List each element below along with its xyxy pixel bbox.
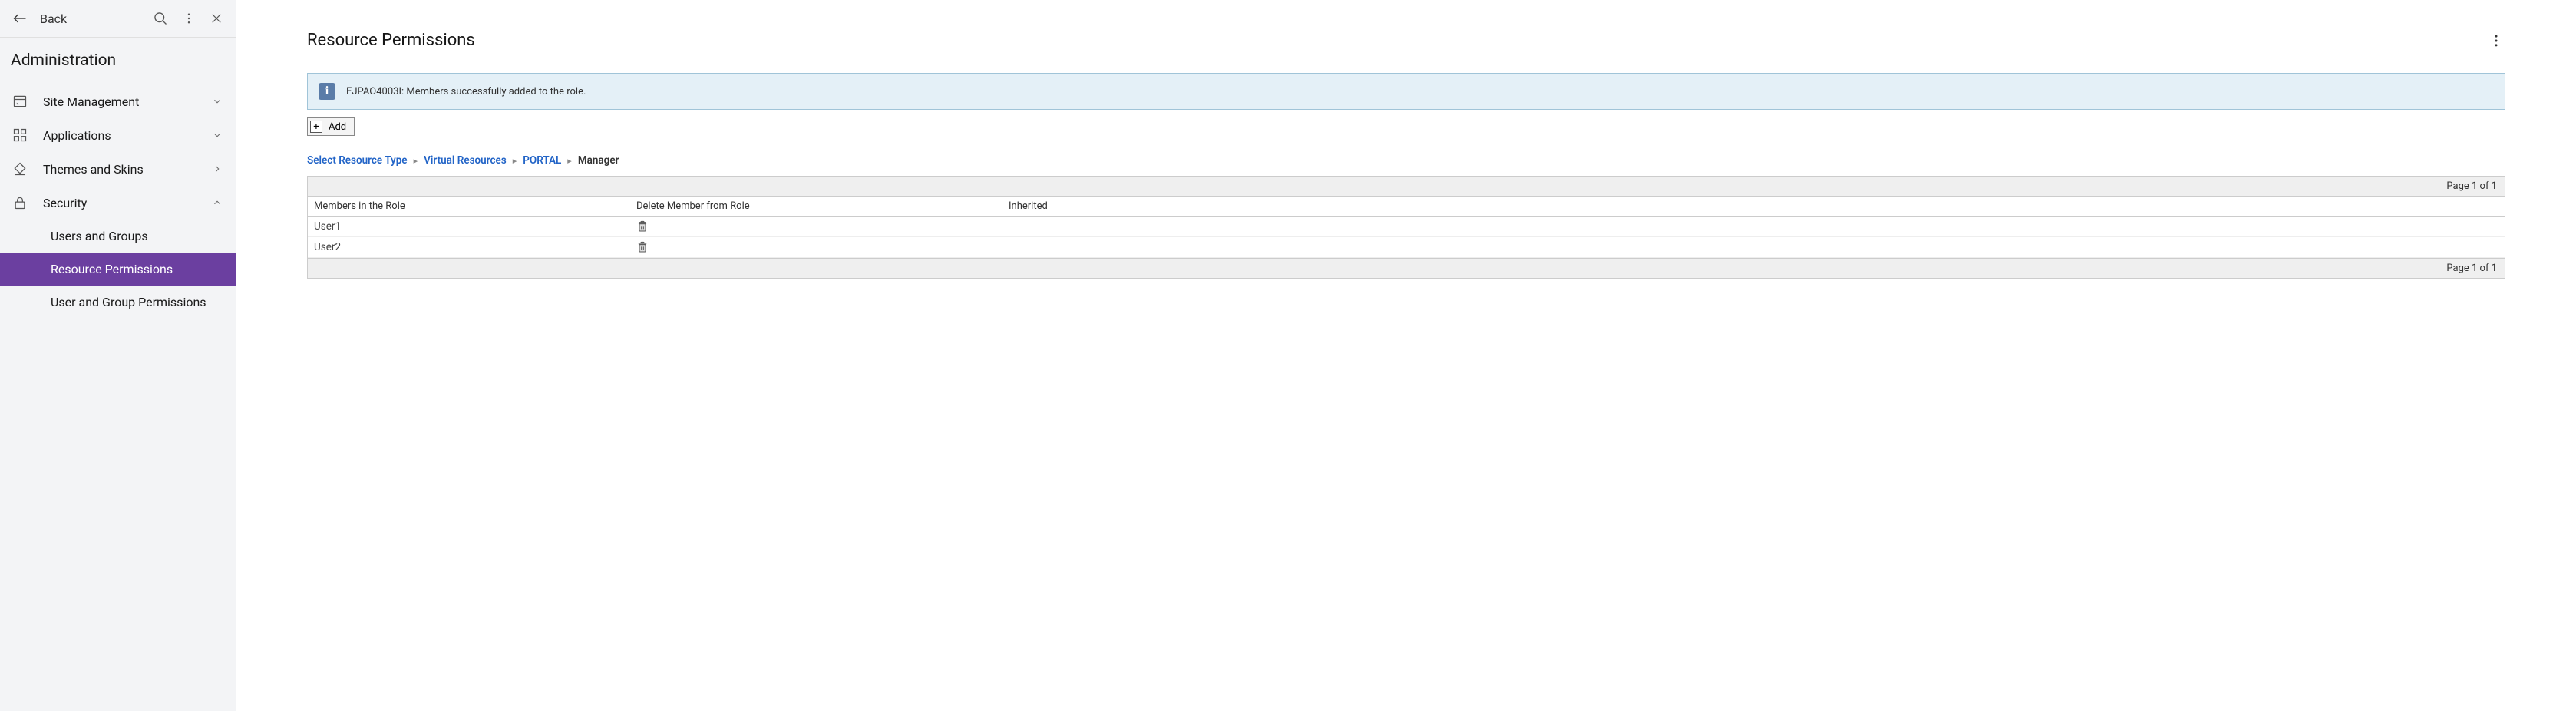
breadcrumb-separator: ▸ <box>414 156 418 166</box>
nav-label: Site Management <box>43 94 196 109</box>
member-name-cell: User1 <box>308 217 630 236</box>
info-icon: i <box>319 83 335 100</box>
inherited-cell <box>1002 237 2505 257</box>
sidebar-item-security[interactable]: Security <box>0 186 236 220</box>
breadcrumb-separator: ▸ <box>567 156 572 166</box>
close-icon[interactable] <box>210 12 223 25</box>
chevron-down-icon <box>211 129 223 141</box>
breadcrumb-select-resource-type[interactable]: Select Resource Type <box>307 154 408 167</box>
column-header-inherited: Inherited <box>1002 197 2505 216</box>
sidebar-subitem-users-and-groups[interactable]: Users and Groups <box>0 220 236 253</box>
nav-label: Applications <box>43 128 196 143</box>
sidebar: Back Administration Site Management Appl… <box>0 0 236 711</box>
kebab-icon[interactable] <box>182 12 196 25</box>
table-row: User1 <box>308 217 2505 237</box>
pagination-bottom: Page 1 of 1 <box>308 258 2505 278</box>
page-actions-kebab-icon[interactable] <box>2487 31 2505 50</box>
add-button-label: Add <box>329 121 346 133</box>
breadcrumb-portal[interactable]: PORTAL <box>523 154 561 167</box>
delete-member-icon[interactable] <box>636 220 649 233</box>
table-row: User2 <box>308 237 2505 258</box>
lock-icon <box>12 195 28 210</box>
chevron-up-icon <box>211 197 223 209</box>
sidebar-header-icons <box>153 11 223 26</box>
column-header-members: Members in the Role <box>308 197 630 216</box>
add-button[interactable]: + Add <box>307 117 355 136</box>
info-banner: i EJPAO4003I: Members successfully added… <box>307 73 2505 110</box>
sidebar-title: Administration <box>0 38 236 84</box>
chevron-down-icon <box>211 95 223 107</box>
inherited-cell <box>1002 217 2505 236</box>
pagination-top: Page 1 of 1 <box>308 177 2505 197</box>
breadcrumb-virtual-resources[interactable]: Virtual Resources <box>424 154 507 167</box>
members-table: Page 1 of 1 Members in the Role Delete M… <box>307 176 2505 279</box>
nav-label: Security <box>43 196 196 210</box>
page-title: Resource Permissions <box>307 31 475 50</box>
breadcrumb: Select Resource Type ▸ Virtual Resources… <box>307 154 2505 167</box>
info-message: EJPAO4003I: Members successfully added t… <box>346 86 586 98</box>
sidebar-header: Back <box>0 0 236 38</box>
column-header-delete: Delete Member from Role <box>630 197 1002 216</box>
main-header: Resource Permissions <box>307 31 2505 50</box>
themes-icon <box>12 161 28 177</box>
sidebar-item-applications[interactable]: Applications <box>0 118 236 152</box>
back-arrow-icon[interactable] <box>12 11 28 26</box>
breadcrumb-current: Manager <box>578 154 619 167</box>
nav-label: Themes and Skins <box>43 162 196 177</box>
delete-member-icon[interactable] <box>636 240 649 254</box>
main-content: Resource Permissions i EJPAO4003I: Membe… <box>236 0 2576 711</box>
sidebar-subitem-user-and-group-permissions[interactable]: User and Group Permissions <box>0 286 236 319</box>
sidebar-item-site-management[interactable]: Site Management <box>0 84 236 118</box>
table-header-row: Members in the Role Delete Member from R… <box>308 197 2505 217</box>
back-button[interactable]: Back <box>40 12 140 26</box>
plus-icon: + <box>310 121 322 133</box>
applications-icon <box>12 127 28 143</box>
site-management-icon <box>12 94 28 109</box>
chevron-right-icon <box>211 163 223 175</box>
search-icon[interactable] <box>153 11 168 26</box>
member-name-cell: User2 <box>308 237 630 257</box>
sidebar-subitem-resource-permissions[interactable]: Resource Permissions <box>0 253 236 286</box>
sidebar-item-themes-and-skins[interactable]: Themes and Skins <box>0 152 236 186</box>
breadcrumb-separator: ▸ <box>513 156 517 166</box>
